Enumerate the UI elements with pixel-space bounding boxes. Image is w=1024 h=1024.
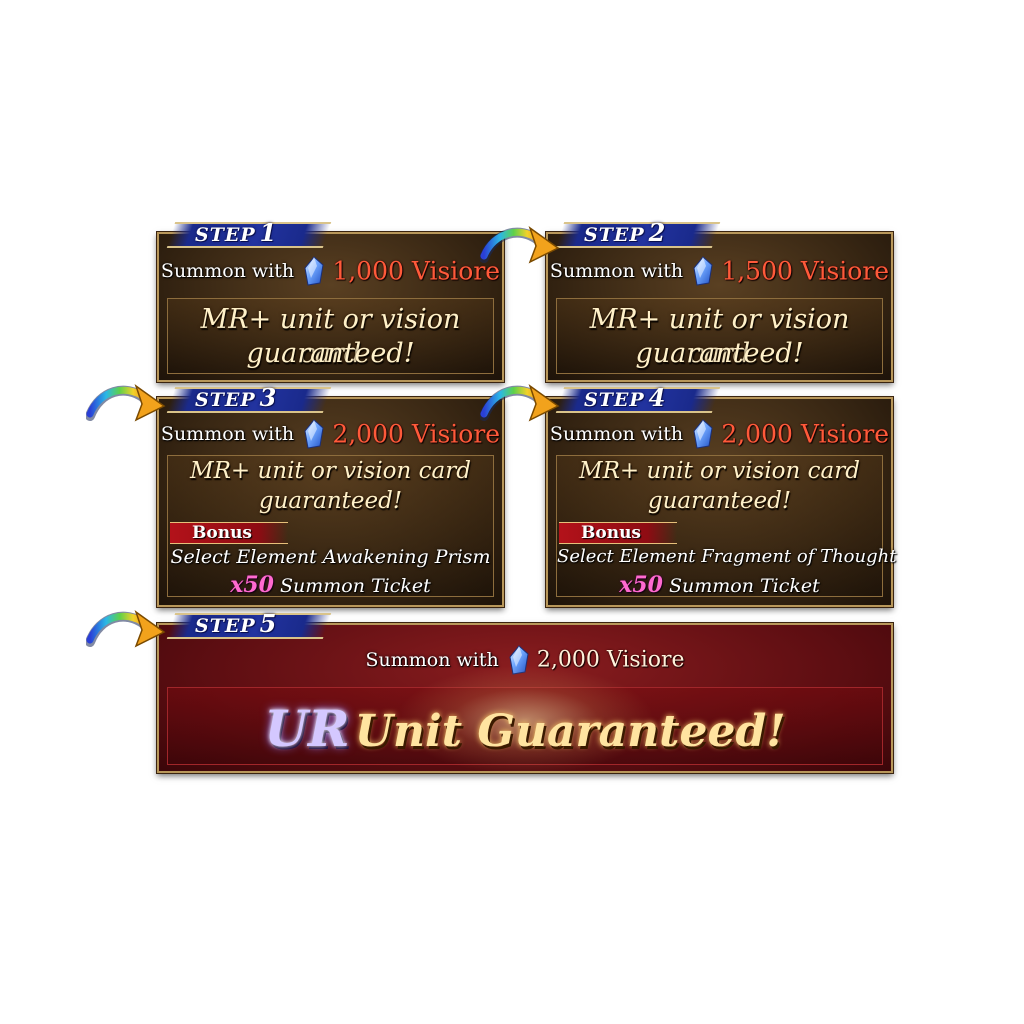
rainbow-arrow-icon bbox=[480, 222, 560, 266]
step-3-panel: STEP 3 Summon with 2,000 Visiore MR+ unit… bbox=[157, 385, 504, 607]
ur-rarity-text: UR bbox=[264, 699, 350, 758]
bonus-ticket-line: x50 Summon Ticket bbox=[557, 572, 882, 598]
reward-box: MR+ unit or vision card guaranteed! bbox=[556, 298, 883, 374]
bonus-item: Select Element Awakening Prism bbox=[170, 546, 491, 568]
bonus-ticket: Summon Ticket bbox=[668, 575, 820, 597]
summon-cost-row: Summon with 2,000 Visiore bbox=[548, 419, 891, 449]
summon-label: Summon with bbox=[160, 260, 295, 282]
bonus-item: Select Element Fragment of Thought bbox=[557, 546, 897, 567]
bonus-quantity: x50 bbox=[619, 572, 663, 598]
summon-cost: 2,000 Visiore bbox=[721, 419, 890, 449]
guarantee-line-2: guaranteed! bbox=[635, 338, 804, 369]
rainbow-arrow-icon bbox=[86, 606, 166, 650]
step-label: STEP 3 bbox=[195, 383, 278, 412]
guarantee-line-2: guaranteed! bbox=[647, 488, 792, 514]
visiore-crystal-icon bbox=[692, 419, 714, 449]
ur-guarantee-headline: UR Unit Guaranteed! bbox=[159, 699, 891, 758]
guarantee-line-2: guaranteed! bbox=[258, 488, 403, 514]
visiore-crystal-icon bbox=[303, 256, 325, 286]
step-4-panel: STEP 4 Summon with 2,000 Visiore MR+ unit… bbox=[546, 385, 897, 607]
step-number: 3 bbox=[259, 383, 278, 412]
step-label: STEP 5 bbox=[195, 609, 278, 638]
step-number: 1 bbox=[259, 218, 278, 247]
reward-box: MR+ unit or vision card guaranteed! bbox=[167, 298, 494, 374]
step-label: STEP 4 bbox=[584, 383, 667, 412]
bonus-quantity: x50 bbox=[230, 572, 274, 598]
reward-box: MR+ unit or vision card guaranteed! Bonu… bbox=[167, 455, 494, 598]
bonus-badge: Bonus bbox=[170, 522, 288, 544]
summon-label: Summon with bbox=[549, 423, 684, 445]
summon-label: Summon with bbox=[549, 260, 684, 282]
visiore-crystal-icon bbox=[303, 419, 325, 449]
bonus-badge: Bonus bbox=[559, 522, 677, 544]
step-5-panel: STEP 5 Summon with 2,000 Visiore UR Unit … bbox=[157, 611, 893, 775]
summon-cost: 2,000 Visiore bbox=[332, 419, 501, 449]
step-number: 2 bbox=[648, 218, 667, 247]
summon-cost-row: Summon with 2,000 Visiore bbox=[159, 419, 502, 449]
guarantee-line-1: MR+ unit or vision card bbox=[579, 458, 860, 484]
rainbow-arrow-icon bbox=[86, 380, 166, 424]
guarantee-line-2: guaranteed! bbox=[246, 338, 415, 369]
step-label: STEP 1 bbox=[195, 218, 278, 247]
step-number: 4 bbox=[648, 383, 667, 412]
rainbow-arrow-icon bbox=[480, 380, 560, 424]
reward-box: MR+ unit or vision card guaranteed! Bonu… bbox=[556, 455, 897, 598]
bonus-ticket: Summon Ticket bbox=[279, 575, 431, 597]
summon-cost-row: Summon with 1,500 Visiore bbox=[548, 256, 891, 286]
step-1-panel: STEP 1 Summon with 1,000 Visiore MR+ unit… bbox=[157, 220, 504, 382]
summon-label: Summon with bbox=[160, 423, 295, 445]
bonus-ticket-line: x50 Summon Ticket bbox=[168, 572, 493, 598]
step-number: 5 bbox=[259, 609, 278, 638]
visiore-crystal-icon bbox=[692, 256, 714, 286]
guarantee-line-1: MR+ unit or vision card bbox=[190, 458, 471, 484]
unit-guaranteed-text: Unit Guaranteed! bbox=[354, 706, 786, 757]
step-2-panel: STEP 2 Summon with 1,500 Visiore MR+ unit… bbox=[546, 220, 893, 382]
summon-cost: 1,500 Visiore bbox=[721, 256, 890, 286]
summon-cost-row: Summon with 1,000 Visiore bbox=[159, 256, 502, 286]
step-label: STEP 2 bbox=[584, 218, 667, 247]
summon-cost: 1,000 Visiore bbox=[332, 256, 501, 286]
